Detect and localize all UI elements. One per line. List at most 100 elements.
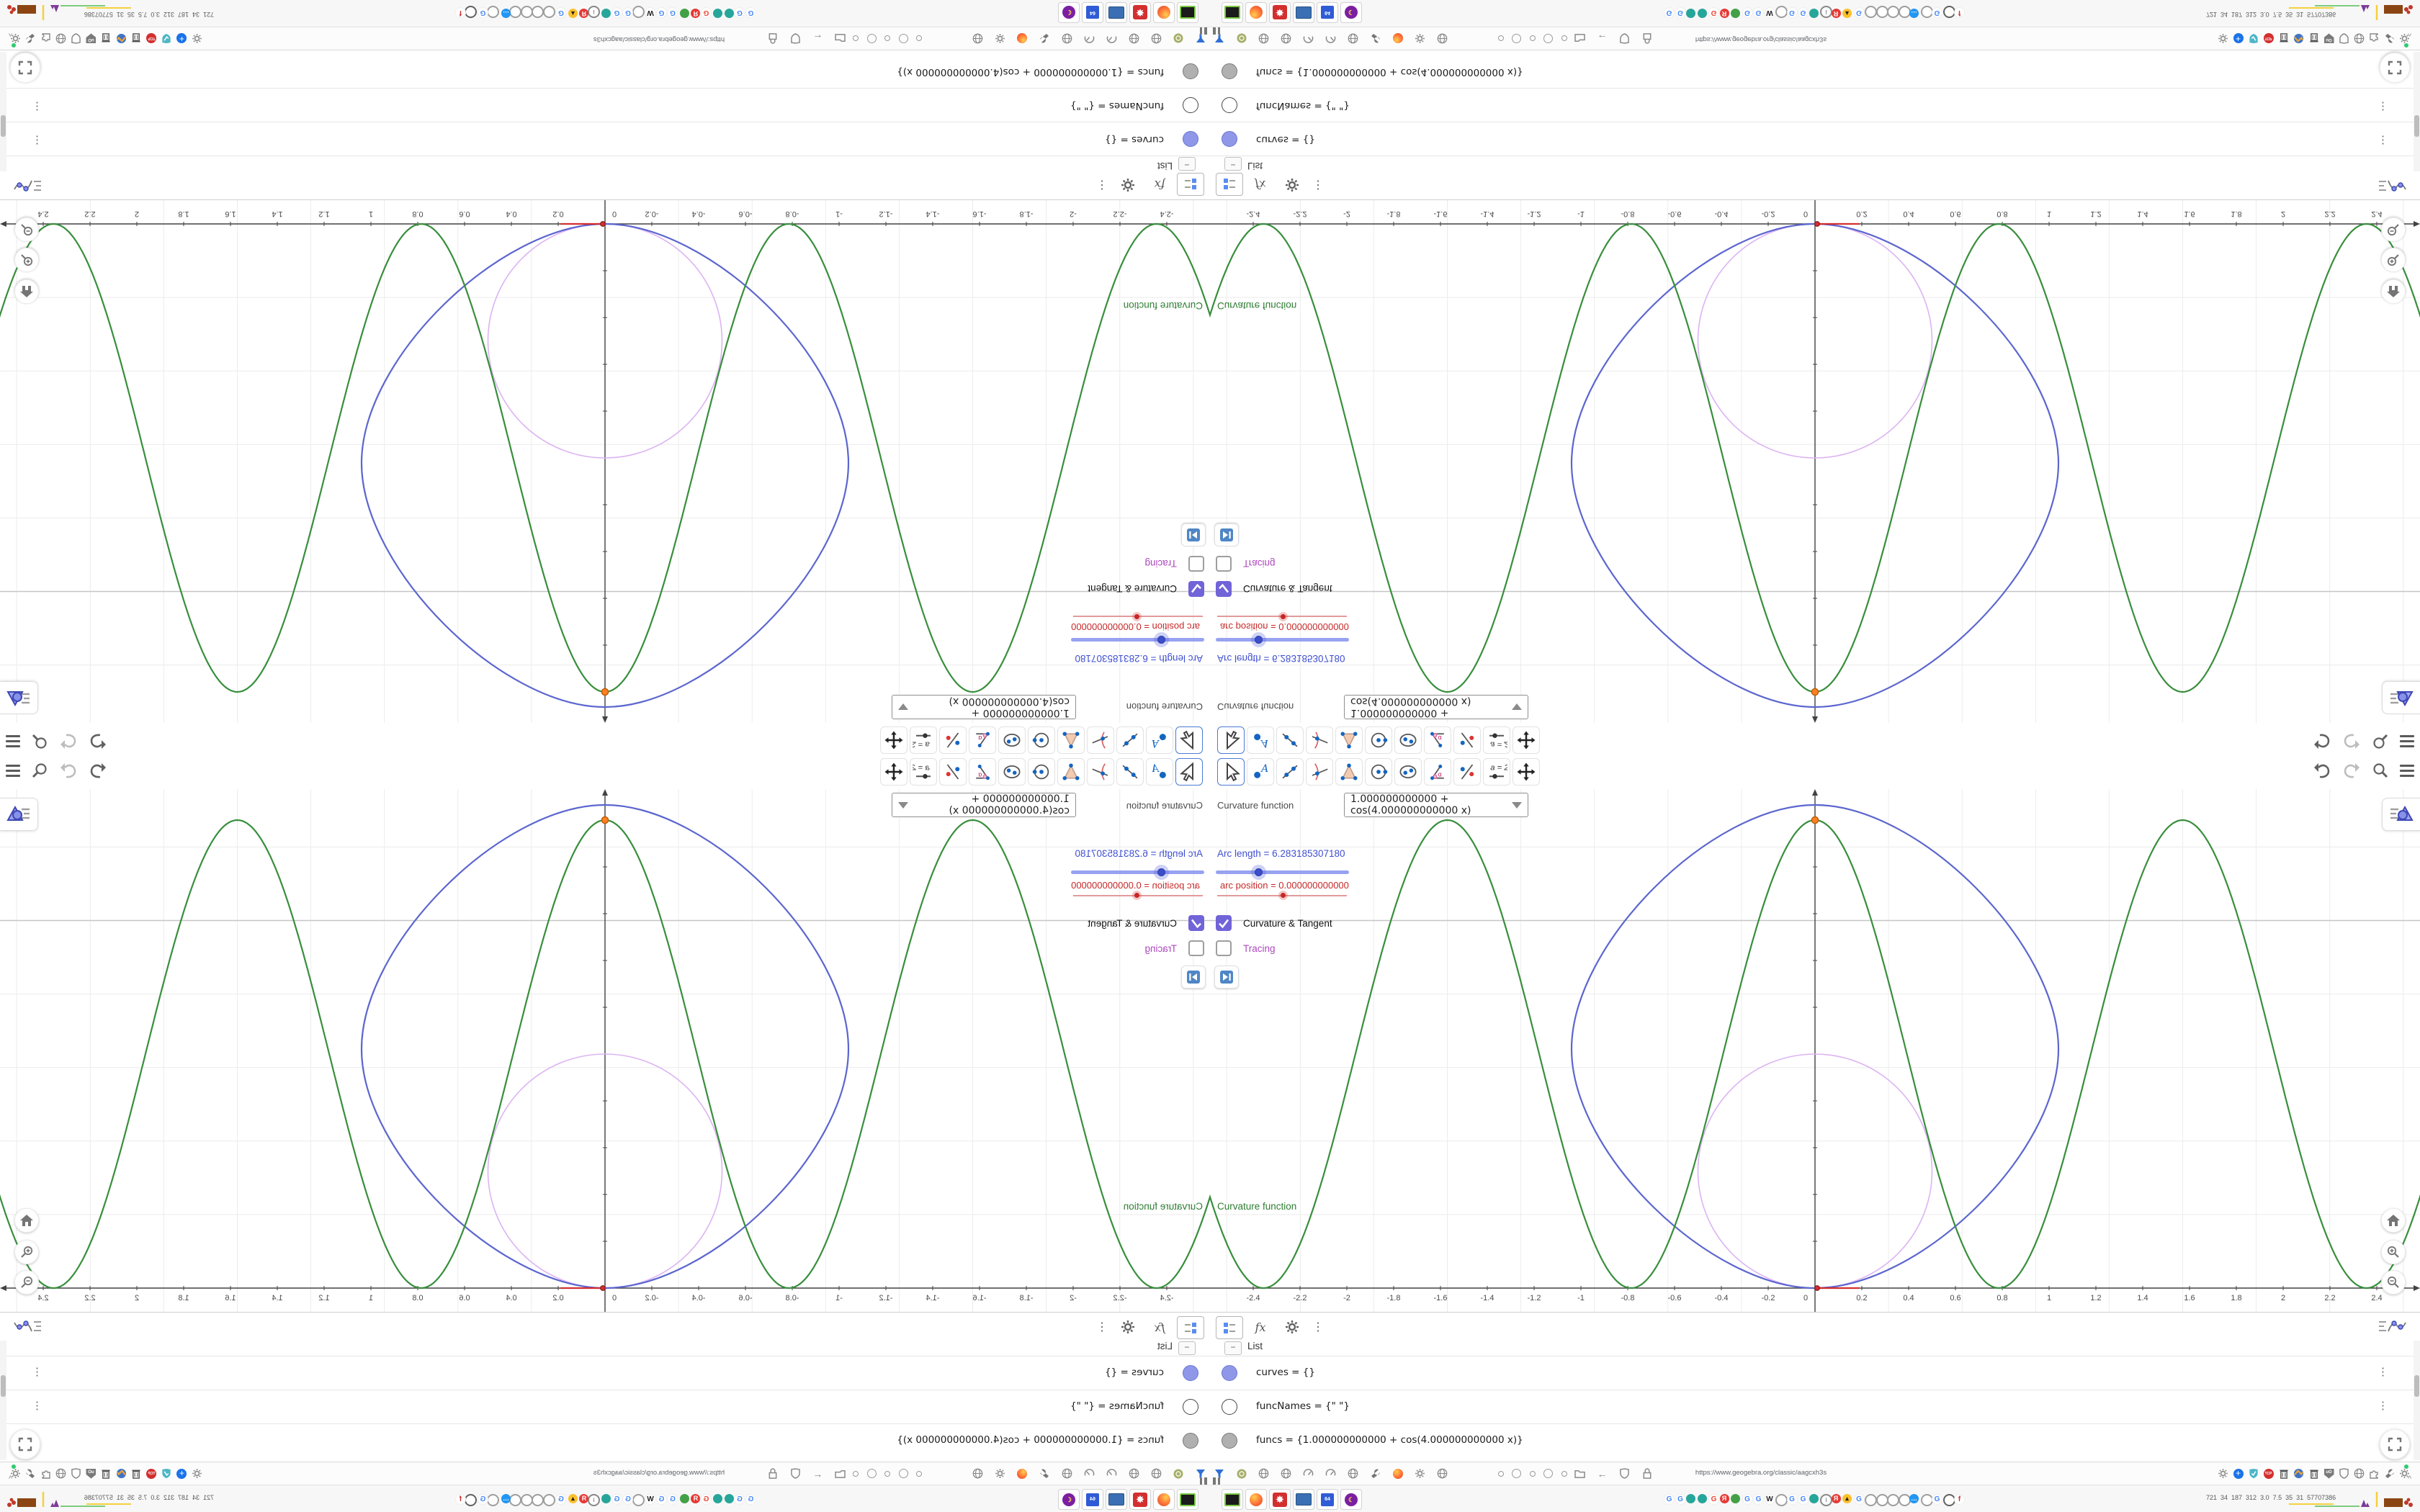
globe-icon[interactable]	[1150, 1467, 1162, 1480]
gear-icon[interactable]	[1414, 1467, 1426, 1480]
wrench-icon[interactable]	[2383, 1467, 2396, 1480]
globe-color-icon[interactable]	[2293, 32, 2305, 45]
tab-favicon[interactable]	[543, 6, 555, 18]
wrench-icon[interactable]	[2383, 32, 2396, 45]
globe-icon[interactable]	[1347, 32, 1359, 45]
tab-favicon[interactable]: G	[478, 7, 488, 18]
monitor-extension-button[interactable]	[1106, 1489, 1127, 1510]
arc-position-point[interactable]	[1814, 221, 1820, 227]
tracing-checkbox[interactable]	[1216, 940, 1232, 956]
tab-favicon[interactable]	[713, 1494, 723, 1503]
arc-length-slider-knob[interactable]	[1157, 868, 1165, 876]
tab-favicon[interactable]	[509, 6, 522, 18]
slider-tool[interactable]: a = 2	[910, 758, 937, 786]
visibility-toggle-blue[interactable]	[1222, 1365, 1237, 1381]
drive-extension-button[interactable]	[1177, 1489, 1198, 1510]
search-button[interactable]	[31, 733, 48, 750]
globe-icon[interactable]	[972, 32, 984, 45]
visibility-toggle-empty[interactable]	[1222, 1399, 1237, 1415]
curvature-value-point[interactable]	[1811, 816, 1819, 824]
tab-favicon[interactable]: …	[1909, 1494, 1919, 1503]
angle-tool[interactable]: α	[1424, 726, 1451, 754]
globe-gray-icon[interactable]	[2353, 1467, 2365, 1480]
drive-extension-button[interactable]	[1177, 2, 1198, 23]
curvature-tangent-checkbox[interactable]	[1188, 915, 1204, 931]
scrollbar[interactable]	[2414, 1341, 2420, 1460]
move-tool[interactable]	[1175, 726, 1203, 754]
menu-button[interactable]	[2400, 735, 2414, 748]
visibility-toggle-gray[interactable]	[1183, 63, 1198, 79]
line-tool[interactable]	[1116, 758, 1144, 786]
tab-favicon[interactable]: G	[1675, 1494, 1686, 1505]
mask-extension-button[interactable]: ☾	[1058, 2, 1080, 23]
undo-button[interactable]	[2313, 762, 2331, 779]
ublock-icon[interactable]: uO	[85, 1467, 97, 1480]
tcp-icon[interactable]: TCP	[145, 32, 158, 45]
tab-favicon[interactable]	[1920, 6, 1933, 18]
mask-extension-button[interactable]: ☾	[1340, 1489, 1362, 1510]
arrow-left-icon[interactable]: ←	[1596, 32, 1608, 45]
firefox-icon[interactable]	[1016, 1467, 1028, 1480]
fullscreen-button[interactable]	[2380, 53, 2410, 83]
globe-icon[interactable]	[972, 1467, 984, 1480]
zoom-out-button[interactable]	[2381, 1270, 2406, 1295]
zoom-in-button[interactable]	[2381, 248, 2406, 272]
tab-favicon[interactable]	[1865, 1494, 1877, 1506]
tab-favicon[interactable]: i	[1820, 1494, 1832, 1506]
zoom-out-button[interactable]	[2381, 217, 2406, 242]
home-button[interactable]	[2381, 1208, 2406, 1233]
play-button[interactable]	[1181, 966, 1206, 989]
tab-overflow-caret[interactable]: ^	[2408, 1475, 2411, 1483]
tab-favicon[interactable]: G	[1932, 7, 1942, 18]
monitor-extension-button[interactable]	[1106, 2, 1127, 23]
tab-favicon[interactable]	[1876, 6, 1888, 18]
tab-favicon[interactable]: ▴	[568, 1494, 578, 1503]
visibility-toggle-empty[interactable]	[1183, 1399, 1198, 1415]
search-button[interactable]	[2372, 733, 2389, 750]
curvature-value-point[interactable]	[601, 688, 609, 696]
angle-tool[interactable]: α	[969, 726, 996, 754]
globe-icon[interactable]	[1280, 32, 1292, 45]
visibility-toggle-empty[interactable]	[1222, 97, 1237, 113]
dot-small-icon[interactable]	[913, 1467, 926, 1480]
scrollbar-thumb[interactable]	[2414, 115, 2419, 137]
tangents-tool[interactable]	[1306, 726, 1333, 754]
arc-length-slider[interactable]	[1216, 638, 1349, 642]
collapse-list-button[interactable]: −	[1178, 157, 1196, 171]
fullscreen-button[interactable]	[10, 53, 40, 83]
tab-favicon[interactable]	[521, 6, 533, 18]
algebra-row-1[interactable]: funcNames = {" "} ⋮	[1210, 89, 2420, 122]
tab-favicon[interactable]: G	[622, 1494, 634, 1505]
tab-favicon[interactable]	[1887, 6, 1899, 18]
tab-favicon[interactable]: i	[588, 6, 600, 18]
globe-icon[interactable]	[1258, 1467, 1270, 1480]
tab-favicon[interactable]	[1920, 1494, 1933, 1506]
visibility-toggle-gray[interactable]	[1183, 1433, 1198, 1449]
tab-favicon[interactable]	[543, 1494, 555, 1506]
bin-icon[interactable]	[2308, 1467, 2320, 1480]
arc-length-slider-knob[interactable]	[1255, 636, 1263, 644]
visibility-toggle-blue[interactable]	[1183, 1365, 1198, 1381]
firefox-icon[interactable]	[1016, 32, 1028, 45]
gear-icon[interactable]	[994, 32, 1006, 45]
circle-icon[interactable]	[1542, 32, 1554, 45]
graphics-view-tab-icon[interactable]	[2375, 1316, 2410, 1338]
settings-button[interactable]	[1115, 174, 1141, 196]
ublock-icon[interactable]: uO	[2323, 1467, 2335, 1480]
wrench-icon[interactable]	[1039, 32, 1051, 45]
bin-icon[interactable]	[2308, 32, 2320, 45]
gauge-icon[interactable]	[1106, 32, 1118, 45]
wrench-icon[interactable]	[24, 32, 37, 45]
tab-favicon[interactable]: G	[656, 7, 667, 18]
firefox-extension-button[interactable]	[1153, 2, 1175, 23]
tab-favicon[interactable]	[1686, 9, 1695, 18]
angle-tool[interactable]: α	[969, 758, 996, 786]
circle-icon[interactable]	[1510, 32, 1523, 45]
angle-tool[interactable]: α	[1424, 758, 1451, 786]
scrollbar-thumb[interactable]	[1, 1375, 6, 1397]
tab-favicon[interactable]	[1942, 6, 1955, 18]
visibility-toggle-blue[interactable]	[1183, 131, 1198, 147]
globe-icon[interactable]	[1150, 32, 1162, 45]
drive-extension-button[interactable]	[1222, 1489, 1243, 1510]
tab-favicon[interactable]	[487, 1494, 500, 1506]
